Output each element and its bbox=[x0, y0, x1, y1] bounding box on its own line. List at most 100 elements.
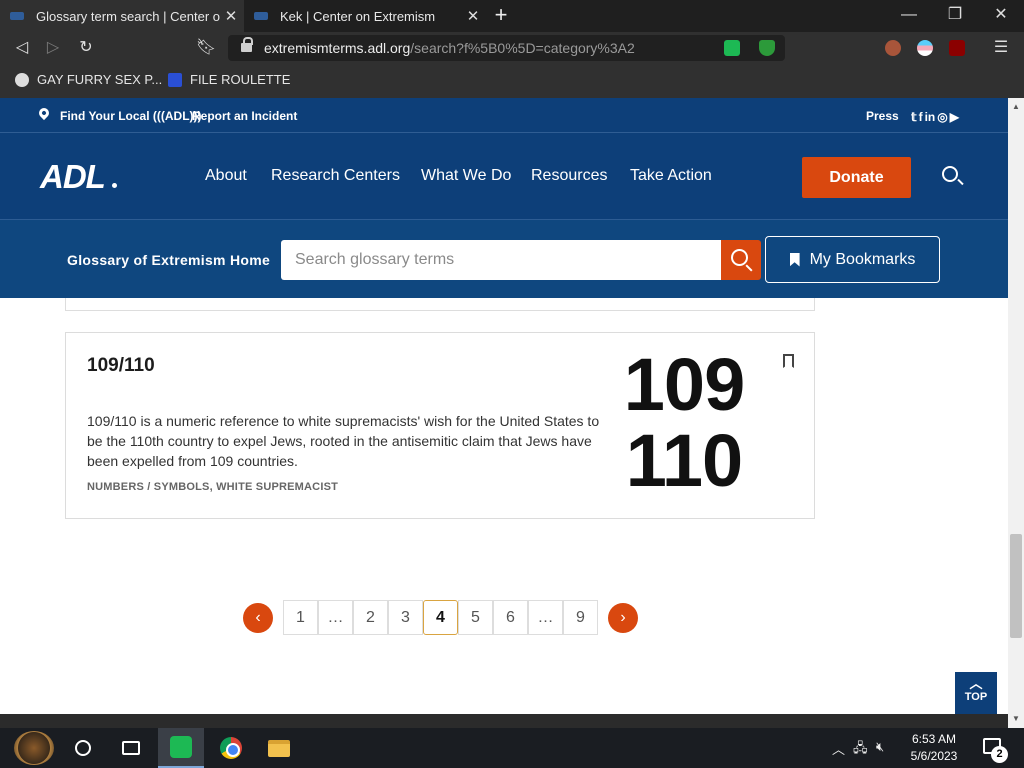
close-tab-icon[interactable]: ✕ bbox=[462, 7, 484, 25]
card-image: 109 110 bbox=[614, 347, 754, 502]
utility-bar: Find Your Local (((ADL))) Report an Inci… bbox=[0, 98, 1008, 133]
back-icon[interactable]: ◁ bbox=[11, 38, 33, 58]
menu-icon[interactable]: ☰ bbox=[990, 38, 1012, 58]
nav-about[interactable]: About bbox=[205, 167, 247, 185]
browser-toolbar: ◁ ▷ ↻ 🔖︎ extremismterms.adl.org /search?… bbox=[0, 32, 1024, 64]
chevron-up-icon: ︿ bbox=[969, 676, 983, 691]
clock[interactable]: 6:53 AM 5/6/2023 bbox=[900, 731, 968, 765]
page-2[interactable]: 2 bbox=[353, 600, 388, 635]
page-4-current[interactable]: 4 bbox=[423, 600, 458, 635]
facebook-icon[interactable]: f bbox=[919, 110, 923, 124]
tab-title: Kek | Center on Extremism bbox=[280, 8, 436, 24]
browser-tab-bar: Glossary term search | Center on Extremi… bbox=[0, 0, 1024, 32]
adl-logo[interactable]: ADL bbox=[40, 158, 106, 196]
bookmark-icon bbox=[789, 252, 800, 267]
scroll-up-icon[interactable]: ▲ bbox=[1012, 102, 1020, 111]
page-6[interactable]: 6 bbox=[493, 600, 528, 635]
bookmark-page-icon[interactable]: 🔖︎ bbox=[195, 38, 217, 58]
nav-research-centers[interactable]: Research Centers bbox=[271, 167, 400, 185]
bookmark-item[interactable]: FILE ROULETTE bbox=[168, 72, 290, 87]
press-link[interactable]: Press bbox=[866, 109, 899, 123]
close-window-icon[interactable]: ✕ bbox=[978, 0, 1024, 32]
date: 5/6/2023 bbox=[910, 749, 958, 763]
bookmark-label: FILE ROULETTE bbox=[190, 72, 291, 87]
report-incident-link[interactable]: Report an Incident bbox=[192, 109, 297, 123]
nav-take-action[interactable]: Take Action bbox=[630, 167, 712, 185]
tray-chevron-up-icon[interactable]: ︿ bbox=[832, 739, 845, 758]
scrollbar-thumb[interactable] bbox=[1010, 534, 1022, 638]
card-tags[interactable]: NUMBERS / SYMBOLS, WHITE SUPREMACIST bbox=[87, 481, 338, 493]
page-9[interactable]: 9 bbox=[563, 600, 598, 635]
tab-kek[interactable]: Kek | Center on Extremism ✕ bbox=[244, 0, 486, 32]
instagram-icon[interactable]: ◎ bbox=[937, 110, 947, 124]
glossary-search-input[interactable] bbox=[281, 240, 721, 280]
page-1[interactable]: 1 bbox=[283, 600, 318, 635]
cortana-icon bbox=[75, 740, 91, 756]
notification-count: 2 bbox=[991, 746, 1008, 763]
taskbar-file-explorer[interactable] bbox=[256, 728, 302, 768]
bookmark-icon[interactable] bbox=[783, 354, 794, 368]
glossary-search-button[interactable] bbox=[721, 240, 761, 280]
glossary-home-link[interactable]: Glossary of Extremism Home bbox=[67, 252, 270, 268]
tab-glossary[interactable]: Glossary term search | Center on Extremi… bbox=[0, 0, 244, 32]
next-page-button[interactable]: › bbox=[608, 603, 638, 633]
back-to-top-button[interactable]: ︿ TOP bbox=[955, 672, 997, 714]
search-taskbar-button[interactable] bbox=[60, 728, 106, 768]
page-5[interactable]: 5 bbox=[458, 600, 493, 635]
bookmark-label: GAY FURRY SEX P... bbox=[37, 72, 163, 87]
my-bookmarks-button[interactable]: My Bookmarks bbox=[765, 236, 940, 283]
page-3[interactable]: 3 bbox=[388, 600, 423, 635]
new-tab-icon[interactable]: + bbox=[490, 4, 512, 26]
nav-resources[interactable]: Resources bbox=[531, 167, 607, 185]
bookmarks-bar: GAY FURRY SEX P... FILE ROULETTE bbox=[0, 64, 1024, 98]
avatar-extension-icon[interactable] bbox=[885, 40, 901, 56]
task-view-icon bbox=[122, 741, 140, 755]
scroll-down-icon[interactable]: ▼ bbox=[1012, 714, 1020, 723]
card-title[interactable]: 109/110 bbox=[87, 355, 155, 377]
adl-favicon-icon bbox=[10, 12, 24, 20]
windows-taskbar: ︿ 🖧︎ 🔇︎ 6:53 AM 5/6/2023 2 bbox=[0, 728, 1024, 768]
adl-favicon-icon bbox=[254, 12, 268, 20]
url-path: /search?f%5B0%5D=category%3A2 bbox=[410, 40, 635, 56]
restore-icon[interactable]: ❐ bbox=[932, 0, 978, 32]
reload-icon[interactable]: ↻ bbox=[75, 38, 97, 58]
flag-extension-icon[interactable] bbox=[917, 40, 933, 56]
volume-muted-icon[interactable]: 🔇︎ bbox=[876, 739, 884, 755]
find-local-link[interactable]: Find Your Local (((ADL))) bbox=[60, 109, 202, 123]
glossary-card[interactable]: 109/110 109/110 is a numeric reference t… bbox=[65, 332, 815, 519]
main-nav: ADL About Research Centers What We Do Re… bbox=[0, 133, 1008, 220]
page-ellipsis: … bbox=[528, 600, 563, 635]
start-button[interactable] bbox=[10, 728, 58, 768]
search-icon[interactable] bbox=[942, 166, 958, 182]
bookmark-item[interactable]: GAY FURRY SEX P... bbox=[15, 72, 162, 87]
my-bookmarks-label: My Bookmarks bbox=[809, 250, 916, 268]
start-icon bbox=[14, 731, 54, 765]
ublock-icon[interactable] bbox=[949, 40, 965, 56]
forward-icon[interactable]: ▷ bbox=[42, 38, 64, 58]
taskbar-app-green[interactable] bbox=[158, 728, 204, 768]
twitter-icon[interactable]: 𝕥 bbox=[911, 110, 917, 124]
task-view-button[interactable] bbox=[108, 728, 154, 768]
nav-what-we-do[interactable]: What We Do bbox=[421, 167, 511, 185]
extension-green-icon[interactable] bbox=[724, 40, 740, 56]
close-tab-icon[interactable]: ✕ bbox=[220, 7, 242, 25]
web-page: Find Your Local (((ADL))) Report an Inci… bbox=[0, 98, 1008, 714]
chrome-icon bbox=[220, 737, 242, 759]
url-host: extremismterms.adl.org bbox=[264, 40, 411, 56]
address-bar[interactable]: extremismterms.adl.org /search?f%5B0%5D=… bbox=[228, 35, 785, 61]
minimize-icon[interactable]: — bbox=[886, 0, 932, 32]
card-description: 109/110 is a numeric reference to white … bbox=[87, 413, 600, 469]
linkedin-icon[interactable]: in bbox=[925, 110, 936, 124]
prev-page-button[interactable]: ‹ bbox=[243, 603, 273, 633]
taskbar-chrome[interactable] bbox=[208, 728, 254, 768]
donate-button[interactable]: Donate bbox=[802, 157, 911, 198]
network-icon[interactable]: 🖧︎ bbox=[853, 739, 868, 761]
youtube-icon[interactable]: ▶ bbox=[950, 110, 959, 124]
globe-icon bbox=[15, 72, 29, 87]
shield-extension-icon[interactable] bbox=[759, 40, 775, 56]
image-text-line: 110 bbox=[625, 419, 743, 502]
time: 6:53 AM bbox=[911, 732, 957, 746]
mouse-cursor bbox=[858, 516, 874, 534]
tab-title: Glossary term search | Center on Extremi… bbox=[36, 8, 220, 24]
vertical-scrollbar[interactable]: ▲ ▼ bbox=[1008, 98, 1024, 728]
